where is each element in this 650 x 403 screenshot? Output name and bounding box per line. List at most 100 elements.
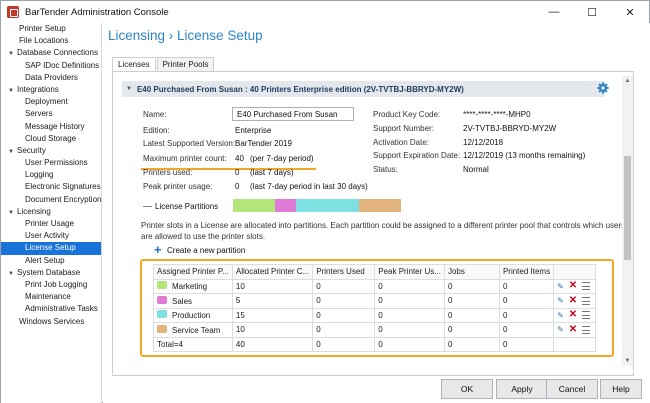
column-header[interactable]: Peak Printer Us...	[374, 264, 445, 280]
details-icon[interactable]	[582, 296, 591, 305]
sidebar-item-label: Database Connections	[17, 48, 98, 58]
table-row[interactable]: Service Team 10 0 0 0 0 ✎ ✕	[153, 322, 597, 338]
column-header[interactable]: Printers Used	[312, 264, 376, 280]
sidebar-item-document-encryption[interactable]: Document Encryption	[1, 194, 101, 206]
table-header-row: Assigned Printer P... Allocated Printer …	[153, 264, 597, 280]
column-header[interactable]: Allocated Printer C...	[231, 264, 314, 280]
license-name-input[interactable]	[232, 107, 354, 121]
support-expiration-label: Support Expiration Date:	[373, 151, 461, 160]
partitions-table: Assigned Printer P... Allocated Printer …	[153, 264, 597, 352]
sidebar-item-windows-services[interactable]: Windows Services	[1, 316, 101, 328]
sidebar-item-licensing[interactable]: ▼ Licensing	[1, 206, 101, 218]
sidebar-item-label: File Locations	[19, 36, 69, 46]
expand-caret-icon[interactable]: ▼	[8, 268, 17, 280]
license-expander-header[interactable]: ▼ E40 Purchased From Susan : 40 Printers…	[122, 81, 605, 97]
sidebar-item-database-connections[interactable]: ▼ Database Connections	[1, 47, 101, 59]
sidebar-item-label: Cloud Storage	[25, 133, 77, 143]
sidebar-item-label: User Activity	[25, 231, 70, 241]
expand-caret-icon[interactable]: ▼	[8, 48, 17, 60]
partition-bar-segment	[233, 199, 275, 212]
minimize-icon[interactable]: —	[535, 1, 573, 23]
sidebar-item-license-setup[interactable]: License Setup	[1, 242, 101, 255]
cell-items: 0	[498, 278, 555, 294]
sidebar-item-printer-setup[interactable]: Printer Setup	[1, 23, 101, 35]
column-header[interactable]: Printed Items	[498, 264, 555, 280]
support-number-label: Support Number:	[373, 124, 434, 133]
partitions-section-header: License Partitions	[143, 202, 218, 211]
edit-icon[interactable]: ✎	[557, 325, 564, 334]
sidebar-item-printer-usage[interactable]: Printer Usage	[1, 218, 101, 230]
sidebar-item-label: Windows Services	[19, 316, 85, 326]
sidebar-item-user-permissions[interactable]: User Permissions	[1, 157, 101, 169]
sidebar-item-servers[interactable]: Servers	[1, 108, 101, 120]
sidebar-item-label: SAP IDoc Definitions	[25, 60, 100, 70]
sidebar-item-maintenance[interactable]: Maintenance	[1, 291, 101, 303]
sidebar-item-logging[interactable]: Logging	[1, 169, 101, 181]
edit-icon[interactable]: ✎	[557, 282, 564, 291]
details-icon[interactable]	[582, 282, 591, 291]
edit-icon[interactable]: ✎	[557, 311, 564, 320]
edit-icon[interactable]: ✎	[557, 296, 564, 305]
delete-icon[interactable]: ✕	[569, 310, 577, 320]
sidebar-item-label: Data Providers	[25, 72, 78, 82]
delete-icon[interactable]: ✕	[569, 295, 577, 305]
sidebar-item-alert-setup[interactable]: Alert Setup	[1, 255, 101, 267]
sidebar-item-electronic-signatures[interactable]: Electronic Signatures	[1, 181, 101, 193]
tab-printer-pools[interactable]: Printer Pools	[156, 57, 215, 71]
sidebar-item-sap-idoc-definitions[interactable]: SAP IDoc Definitions	[1, 60, 101, 72]
row-actions: ✎ ✕	[553, 307, 597, 323]
details-icon[interactable]	[582, 325, 591, 334]
expand-caret-icon[interactable]: ▼	[8, 85, 17, 97]
help-button[interactable]: Help	[600, 379, 642, 399]
sidebar-item-deployment[interactable]: Deployment	[1, 96, 101, 108]
table-row[interactable]: Production 15 0 0 0 0 ✎ ✕	[153, 307, 597, 323]
tab-licenses[interactable]: Licenses	[112, 57, 156, 72]
sidebar-item-integrations[interactable]: ▼ Integrations	[1, 84, 101, 96]
maximize-icon[interactable]: ☐	[573, 1, 611, 23]
cell-used: 0	[312, 293, 376, 309]
activation-date-value: 12/12/2018	[463, 138, 504, 147]
product-key-label: Product Key Code:	[373, 110, 441, 119]
create-partition-link[interactable]: + Create a new partition	[154, 243, 245, 256]
table-row[interactable]: Sales 5 0 0 0 0 ✎ ✕	[153, 293, 597, 309]
apply-button[interactable]: Apply	[496, 379, 548, 399]
sidebar-item-user-activity[interactable]: User Activity	[1, 230, 101, 242]
delete-icon[interactable]: ✕	[569, 324, 577, 334]
partition-bar-segment	[275, 199, 296, 212]
collapse-arrow-icon[interactable]: ▼	[126, 86, 132, 92]
close-icon[interactable]: ✕	[611, 1, 649, 23]
column-header[interactable]: Assigned Printer P...	[153, 264, 233, 280]
sidebar-item-cloud-storage[interactable]: Cloud Storage	[1, 133, 101, 145]
gear-icon[interactable]	[597, 82, 609, 94]
sidebar-item-label: Maintenance	[25, 292, 71, 302]
column-header[interactable]: Jobs	[443, 264, 500, 280]
cancel-button[interactable]: Cancel	[546, 379, 598, 399]
delete-icon[interactable]: ✕	[569, 281, 577, 291]
sidebar-item-label: Logging	[25, 170, 54, 180]
cell-peak: 0	[374, 307, 445, 323]
scrollbar-thumb[interactable]	[624, 156, 631, 260]
sidebar-item-print-job-logging[interactable]: Print Job Logging	[1, 279, 101, 291]
cell-used: 0	[312, 278, 376, 294]
partition-color-swatch	[157, 310, 167, 319]
sidebar-item-security[interactable]: ▼ Security	[1, 145, 101, 157]
expand-caret-icon[interactable]: ▼	[8, 146, 17, 158]
table-row[interactable]: Marketing 10 0 0 0 0 ✎ ✕	[153, 278, 597, 294]
ok-button[interactable]: OK	[441, 379, 493, 399]
sidebar-item-message-history[interactable]: Message History	[1, 121, 101, 133]
max-printer-value: 40	[235, 154, 244, 163]
sidebar-item-label: Message History	[25, 121, 85, 131]
details-icon[interactable]	[582, 311, 591, 320]
sidebar-item-data-providers[interactable]: Data Providers	[1, 72, 101, 84]
sidebar-item-administrative-tasks[interactable]: Administrative Tasks	[1, 303, 101, 315]
partition-usage-bar	[233, 199, 401, 212]
expand-caret-icon[interactable]: ▼	[8, 207, 17, 219]
scroll-up-icon[interactable]: ▲	[622, 76, 633, 86]
partition-name: Sales	[172, 296, 193, 306]
vertical-scrollbar[interactable]: ▲ ▼	[622, 76, 633, 366]
page-title: Licensing › License Setup	[108, 28, 263, 43]
scroll-down-icon[interactable]: ▼	[622, 356, 633, 366]
sidebar-item-system-database[interactable]: ▼ System Database	[1, 267, 101, 279]
sidebar-item-file-locations[interactable]: File Locations	[1, 35, 101, 47]
sidebar-item-label: Printer Usage	[25, 219, 74, 228]
